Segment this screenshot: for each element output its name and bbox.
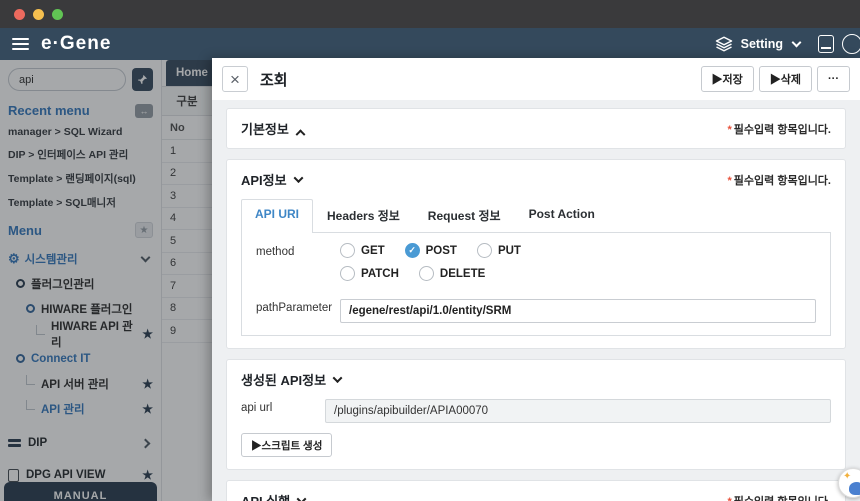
radio-checked-icon xyxy=(404,243,420,258)
path-parameter-label: pathParameter xyxy=(256,302,333,314)
generate-script-button[interactable]: ▶스크립트 생성 xyxy=(241,433,333,457)
modal-title: 조회 xyxy=(260,71,288,89)
manual-book-icon[interactable] xyxy=(818,35,834,53)
profile-icon[interactable] xyxy=(842,34,860,54)
save-button[interactable]: ▶저장 xyxy=(700,66,754,92)
radio-icon xyxy=(340,266,355,281)
close-button[interactable]: × xyxy=(222,66,248,92)
window-titlebar xyxy=(0,0,860,28)
radio-post[interactable]: POST xyxy=(404,243,457,258)
tab-api-uri[interactable]: API URI xyxy=(241,199,314,233)
assistant-fab-button[interactable]: ✦ xyxy=(838,468,860,498)
api-url-input[interactable] xyxy=(325,399,831,423)
bot-icon xyxy=(849,482,860,495)
required-note: *필수입력 항목입니다. xyxy=(727,174,831,187)
api-url-label: api url xyxy=(241,402,273,414)
radio-icon xyxy=(340,243,355,258)
delete-button[interactable]: ▶삭제 xyxy=(758,66,812,92)
window-close-dot[interactable] xyxy=(14,8,25,20)
chevron-down-icon xyxy=(293,173,304,184)
tab-headers-info[interactable]: Headers 정보 xyxy=(313,199,414,232)
section-api-header[interactable]: API정보 * 필수입력 항목입니다. xyxy=(227,160,845,199)
section-api-execute: API 실행 *필수입력 항목입니다. 실행 테스트 Response xyxy=(226,480,846,501)
app-body: Recent menu ↔ manager > SQL Wizard DIP >… xyxy=(0,58,860,501)
setting-menu[interactable]: Setting xyxy=(741,37,783,51)
section-generated-header[interactable]: 생성된 API정보 xyxy=(227,360,845,399)
radio-patch[interactable]: PATCH xyxy=(340,266,399,281)
modal-backdrop xyxy=(0,60,212,501)
tab-request-info[interactable]: Request 정보 xyxy=(414,199,515,232)
section-basic-header[interactable]: 기본정보 * 필수입력 항목입니다. xyxy=(227,109,845,148)
hamburger-menu-icon[interactable] xyxy=(12,38,29,50)
detail-modal: × 조회 ▶저장 ▶삭제 ··· 기본정보 * 필수입력 항목입니다. API정… xyxy=(212,58,860,501)
chevron-down-icon xyxy=(332,373,343,384)
section-execute-header[interactable]: API 실행 *필수입력 항목입니다. xyxy=(227,481,845,501)
app-logo: e·Gene xyxy=(41,33,112,54)
window-minimize-dot[interactable] xyxy=(33,8,44,20)
method-radio-group: GET POST PUT PATCH DELETE xyxy=(340,243,580,289)
section-generated-api: 생성된 API정보 api url ▶스크립트 생성 xyxy=(226,359,846,470)
window-zoom-dot[interactable] xyxy=(52,8,63,20)
sparkle-icon: ✦ xyxy=(843,471,852,482)
radio-delete[interactable]: DELETE xyxy=(418,266,485,281)
required-note: *필수입력 항목입니다. xyxy=(728,493,831,501)
app-header: e·Gene Setting xyxy=(0,28,860,60)
layers-icon xyxy=(715,35,733,53)
path-parameter-input[interactable] xyxy=(340,299,816,323)
close-icon: × xyxy=(230,69,240,89)
modal-header: × 조회 ▶저장 ▶삭제 ··· xyxy=(212,58,860,100)
chevron-down-icon xyxy=(791,37,802,48)
tab-post-action[interactable]: Post Action xyxy=(515,199,609,232)
app-window: e·Gene Setting api Recent menu ↔ manager… xyxy=(0,0,860,501)
more-button[interactable]: ··· xyxy=(817,66,850,92)
radio-put[interactable]: PUT xyxy=(476,243,521,258)
modal-toolbar: ▶저장 ▶삭제 ··· xyxy=(700,66,850,92)
section-api-info: API정보 * 필수입력 항목입니다. API URI Headers 정보 Re… xyxy=(226,159,846,349)
chevron-up-icon xyxy=(295,128,306,139)
radio-icon xyxy=(476,243,492,258)
radio-get[interactable]: GET xyxy=(340,243,385,258)
required-note: *필수입력 항목입니다. xyxy=(727,123,831,136)
method-label: method xyxy=(256,246,295,258)
radio-icon xyxy=(418,266,434,281)
api-info-tabs: API URI Headers 정보 Request 정보 Post Actio… xyxy=(241,199,831,233)
api-uri-panel: method GET POST PUT PATCH DELETE xyxy=(241,232,831,336)
modal-content: 기본정보 * 필수입력 항목입니다. API정보 * 필수입력 항목입니다. AP xyxy=(212,100,860,501)
chevron-down-icon xyxy=(296,494,307,501)
section-basic-info: 기본정보 * 필수입력 항목입니다. xyxy=(226,108,846,149)
